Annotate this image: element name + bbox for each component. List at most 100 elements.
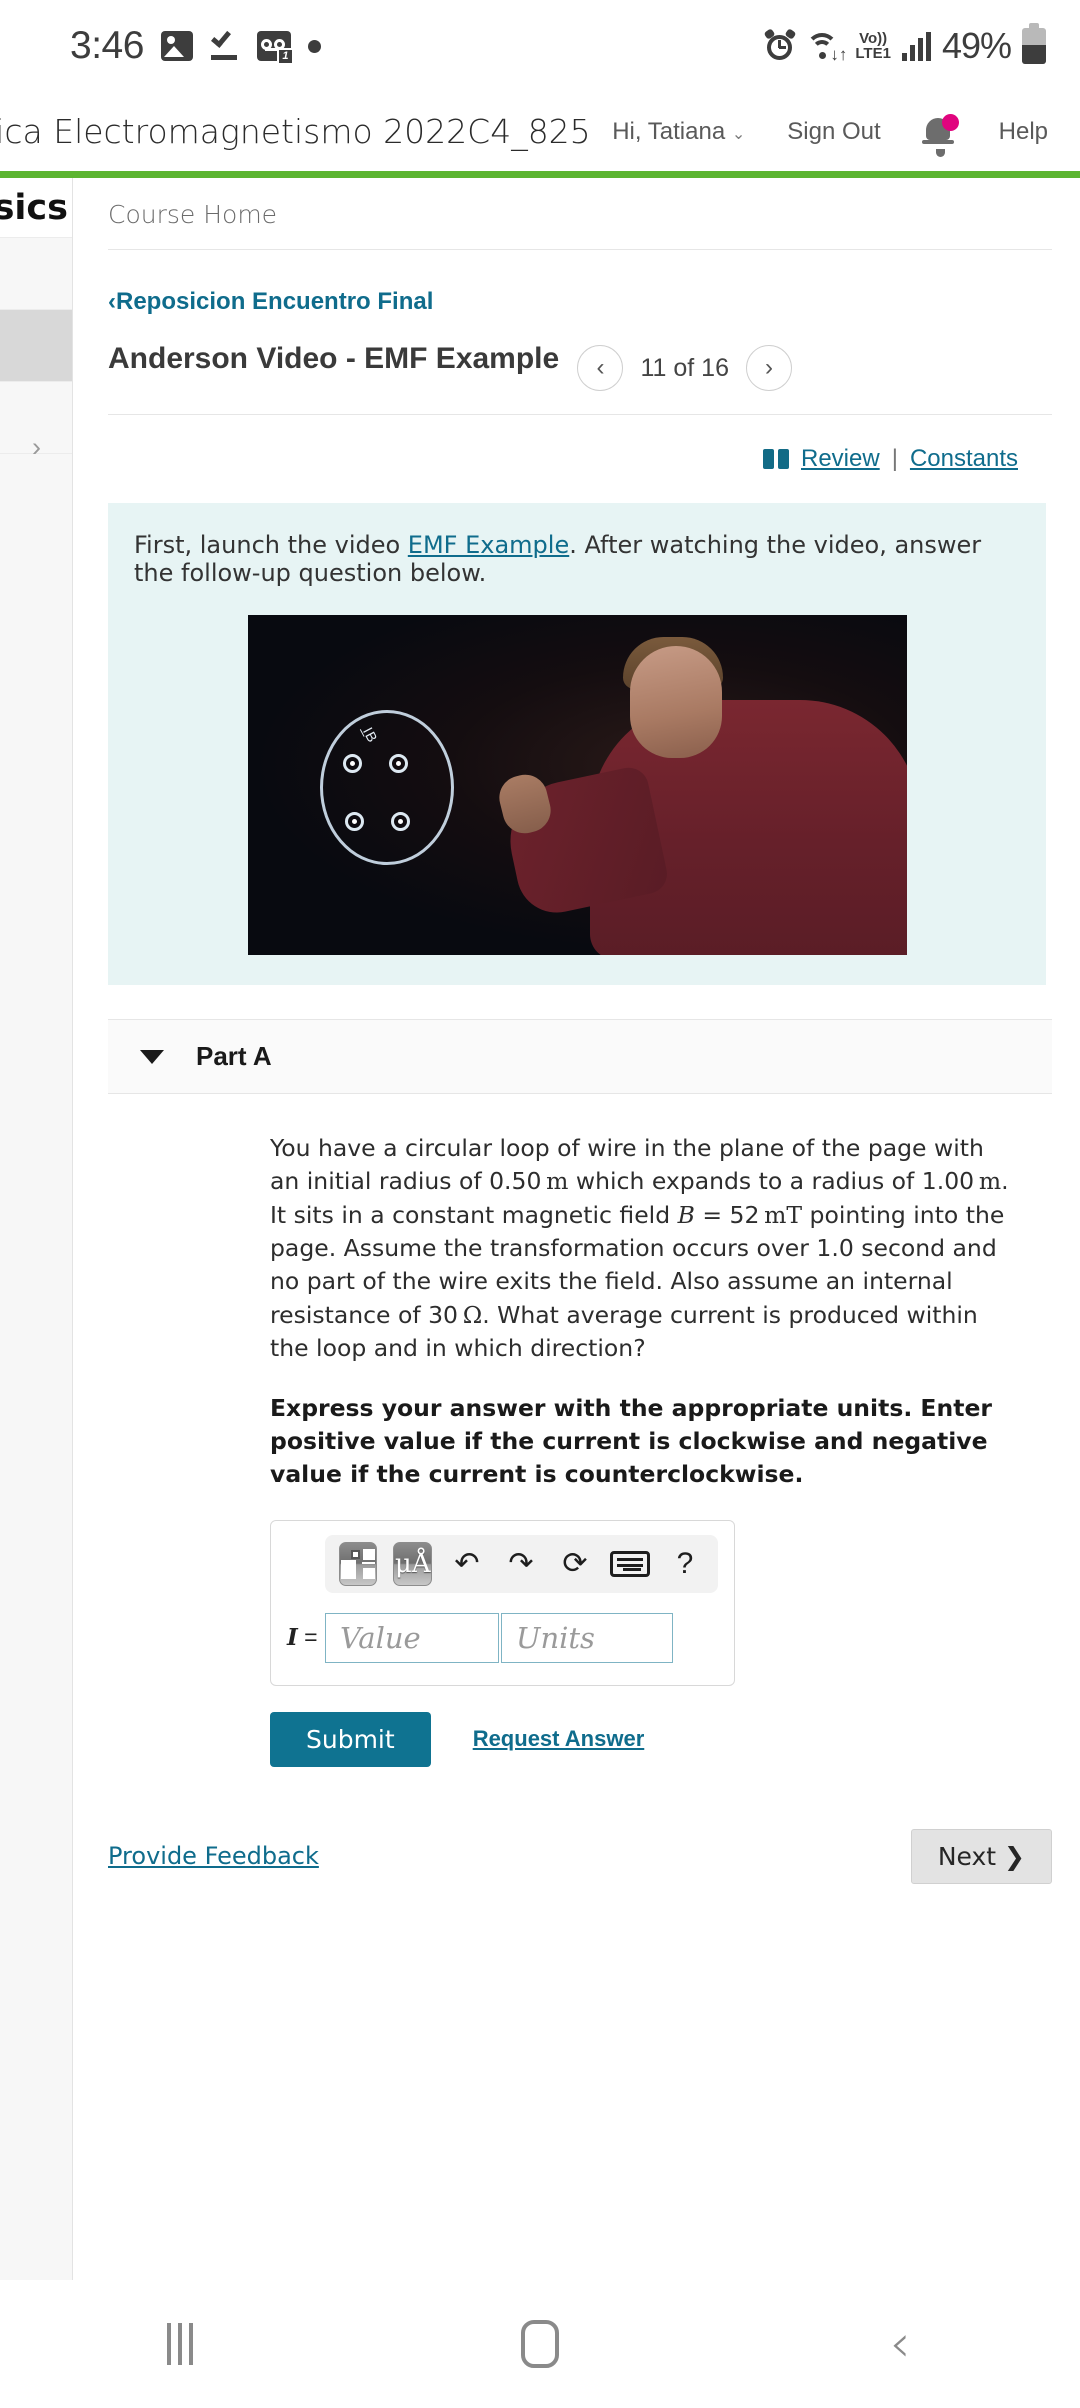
help-icon[interactable]: ?: [666, 1542, 704, 1586]
redo-glyph: ↷: [508, 1546, 534, 1580]
part-a-label: Part A: [196, 1041, 272, 1071]
battery-percent: 49%: [941, 25, 1012, 66]
signal-bars-icon: [901, 31, 931, 61]
q-seg-4: = 52: [694, 1200, 765, 1229]
units-placeholder: Units: [516, 1620, 595, 1655]
part-a-header[interactable]: Part A: [108, 1019, 1052, 1094]
pagination: ‹ 11 of 16 ›: [577, 345, 792, 391]
notifications-bell-icon[interactable]: [921, 113, 959, 157]
q-variable-b: B: [677, 1200, 695, 1229]
undo-icon[interactable]: ↶: [448, 1542, 486, 1586]
variable-i: I: [287, 1624, 298, 1652]
back-link-label: Reposicion Encuentro Final: [116, 288, 434, 315]
answer-actions: Submit Request Answer: [270, 1711, 1020, 1767]
notification-badge: [941, 113, 959, 131]
status-bar-left: 3:46 1: [70, 24, 321, 68]
submit-button[interactable]: Submit: [270, 1711, 431, 1767]
android-nav-bar: ‹: [0, 2280, 1080, 2408]
home-icon: [521, 2320, 559, 2368]
next-label: Next: [937, 1841, 997, 1871]
back-chevron-icon: ‹: [889, 2314, 911, 2374]
course-title: sica Electromagnetismo 2022C4_825: [0, 112, 591, 151]
next-problem-button[interactable]: ›: [746, 345, 792, 391]
review-link[interactable]: Review: [801, 445, 880, 473]
video-diagram-loop: [319, 710, 454, 866]
footer-row: Provide Feedback Next ❯: [108, 1828, 1052, 1884]
main-content: Course Home ‹Reposicion Encuentro Final …: [74, 178, 1080, 2280]
keyboard-icon[interactable]: [609, 1542, 650, 1586]
question-text: You have a circular loop of wire in the …: [270, 1132, 1020, 1366]
sidebar-logo-text: sics: [0, 187, 68, 228]
recents-icon: [167, 2323, 193, 2365]
battery-icon: [1022, 23, 1046, 64]
value-placeholder: Value: [340, 1620, 421, 1655]
review-separator: |: [891, 445, 898, 472]
units-icon-label: μÅ: [394, 1548, 431, 1579]
sidebar-logo: sics: [0, 178, 72, 238]
question-area: You have a circular loop of wire in the …: [74, 1094, 1080, 1767]
equals-sign: =: [304, 1624, 318, 1651]
wifi-icon: ↓↑: [806, 31, 847, 63]
redo-icon[interactable]: ↷: [502, 1542, 540, 1586]
prev-problem-button[interactable]: ‹: [577, 345, 624, 391]
sidebar-expand-chevron-right-icon[interactable]: ›: [0, 432, 73, 463]
reset-icon[interactable]: ⟳: [556, 1542, 594, 1586]
sign-out-link[interactable]: Sign Out: [787, 118, 880, 146]
voicemail-icon: 1: [256, 31, 294, 65]
breadcrumb[interactable]: Course Home: [74, 178, 1080, 249]
book-icon: [763, 449, 789, 469]
sidebar: sics: [0, 178, 73, 2280]
answer-toolbar: μÅ ↶ ↷ ⟳ ?: [325, 1534, 718, 1593]
app-header: sica Electromagnetismo 2022C4_825 Hi, Ta…: [0, 92, 1080, 171]
nav-home-button[interactable]: [360, 2320, 720, 2368]
collapse-triangle-icon[interactable]: [140, 1049, 164, 1064]
volte-icon: Vo)) LTE1: [855, 31, 891, 61]
chevron-left-icon: ‹: [108, 288, 116, 315]
help-glyph: ?: [676, 1546, 694, 1580]
request-answer-link[interactable]: Request Answer: [473, 1726, 645, 1752]
q-unit-1: m: [546, 1167, 569, 1196]
value-input[interactable]: Value: [325, 1612, 499, 1663]
answer-instruction: Express your answer with the appropriate…: [270, 1393, 992, 1489]
problem-counter: 11 of 16: [640, 353, 729, 382]
back-to-assignment-link[interactable]: ‹Reposicion Encuentro Final: [108, 288, 433, 316]
nav-back-button[interactable]: ‹: [720, 2314, 1080, 2374]
image-icon: [160, 31, 193, 61]
review-constants-bar: Review | Constants: [74, 415, 1080, 473]
constants-link[interactable]: Constants: [910, 445, 1018, 473]
q-unit-3: mT: [764, 1200, 803, 1229]
video-instruction: First, launch the video EMF Example. Aft…: [108, 531, 1046, 587]
next-button[interactable]: Next ❯: [910, 1828, 1052, 1884]
video-instruction-prefix: First, launch the video: [134, 531, 408, 559]
reset-glyph: ⟳: [562, 1546, 588, 1580]
check-underline-icon: [210, 27, 240, 61]
provide-feedback-link[interactable]: Provide Feedback: [108, 1842, 319, 1870]
units-icon[interactable]: μÅ: [393, 1541, 432, 1586]
user-menu[interactable]: Hi, Tatiana ⌄: [612, 118, 745, 146]
dot-icon: [307, 39, 321, 53]
android-status-bar: 3:46 1 ↓↑ Vo)) LTE1 49%: [0, 0, 1080, 92]
video-thumbnail[interactable]: I̲B: [247, 615, 907, 955]
help-link[interactable]: Help: [999, 118, 1048, 146]
voicemail-count: 1: [276, 48, 294, 65]
sidebar-item-1[interactable]: [0, 238, 72, 310]
video-panel: First, launch the video EMF Example. Aft…: [108, 503, 1046, 985]
q-seg-2: which expands to a radius of 1.00: [568, 1167, 979, 1196]
nav-recents-button[interactable]: [0, 2323, 360, 2365]
accent-divider: [0, 171, 1080, 178]
math-template-icon[interactable]: [339, 1541, 378, 1586]
volte-top: Vo)): [859, 30, 888, 47]
undo-glyph: ↶: [454, 1546, 480, 1580]
volte-bottom: LTE1: [855, 45, 891, 62]
sidebar-item-active[interactable]: [0, 310, 72, 382]
q-unit-2: m: [978, 1167, 1002, 1196]
units-input[interactable]: Units: [501, 1612, 673, 1663]
chevron-right-icon: ❯: [1004, 1841, 1025, 1871]
assignment-header: ‹Reposicion Encuentro Final Anderson Vid…: [74, 250, 1080, 391]
screen: 3:46 1 ↓↑ Vo)) LTE1 49% sica Electromagn…: [0, 0, 1080, 2408]
emf-example-video-link[interactable]: EMF Example: [408, 531, 569, 559]
chevron-down-icon: ⌄: [731, 125, 746, 143]
greeting-label: Hi, Tatiana: [612, 117, 726, 145]
answer-variable-label: I =: [287, 1624, 325, 1651]
answer-input-row: I = Value Units: [287, 1612, 718, 1663]
